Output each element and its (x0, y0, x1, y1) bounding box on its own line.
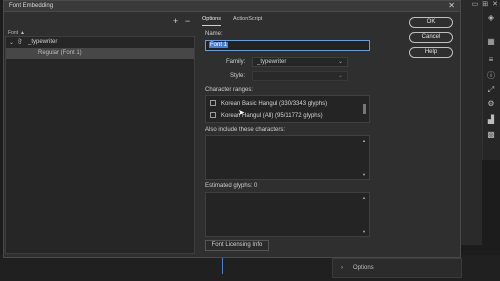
cancel-button[interactable]: Cancel (409, 32, 453, 43)
window-icon[interactable]: ▭ (472, 0, 479, 10)
tree-item-typewriter[interactable]: ⌄ 𝔉 _typewriter (6, 37, 194, 48)
ranges-scrollbar[interactable] (362, 98, 367, 120)
ok-button[interactable]: OK (409, 17, 453, 28)
background-toolbar: ◈ ▦ ≡ ⓘ ⤢ ⚙ ▟ ▩ (482, 0, 500, 160)
chevron-down-icon: ⌄ (337, 59, 343, 65)
range-checkbox[interactable] (210, 112, 216, 118)
font-icon: 𝔉 (18, 39, 22, 45)
dialog-title: Font Embedding (9, 3, 54, 9)
tab-actionscript[interactable]: ActionScript (233, 16, 262, 26)
timeline-playhead[interactable] (222, 258, 234, 274)
name-label: Name: (205, 31, 223, 37)
scroll-up-icon[interactable]: ▲ (362, 195, 366, 200)
layout-icon[interactable]: ⊞ (482, 0, 488, 10)
include-characters-textarea[interactable]: ▲ ▼ (205, 135, 370, 180)
style-select[interactable]: ⌄ (252, 71, 348, 81)
chevron-down-icon[interactable]: ⌄ (9, 39, 14, 46)
scroll-up-icon[interactable]: ▲ (362, 138, 366, 143)
align-icon[interactable]: ≡ (486, 56, 496, 64)
include-characters-label: Also include these characters: (205, 127, 286, 133)
tab-options[interactable]: Options (202, 16, 221, 26)
tree-item-regular[interactable]: Regular (Font 1) (6, 48, 194, 59)
tree-item-label: Regular (Font 1) (38, 50, 82, 56)
grid-icon[interactable]: ▩ (486, 131, 496, 139)
close-icon[interactable]: ✕ (448, 1, 455, 10)
chevron-down-icon: ⌄ (337, 73, 343, 79)
background-topbar: ▭ ⊞ ✕ (472, 0, 498, 10)
swatches-icon[interactable]: ▦ (486, 38, 496, 46)
name-input-value: Font 1 (209, 42, 229, 48)
font-list-panel: Font ▲ + − ⌄ 𝔉 _typewriter Regular (Font … (5, 14, 195, 254)
dialog-titlebar[interactable]: Font Embedding ✕ (4, 1, 460, 12)
background-options-panel[interactable]: › Options (332, 258, 462, 278)
range-item[interactable]: Korean Basic Hangul (330/3343 glyphs) (210, 100, 327, 107)
range-label: Korean Basic Hangul (330/3343 glyphs) (221, 101, 328, 107)
scroll-thumb[interactable] (363, 104, 366, 114)
character-ranges-label: Character ranges: (205, 87, 254, 93)
info-icon[interactable]: ⓘ (486, 72, 496, 80)
background-options-label: Options (353, 265, 374, 271)
estimated-glyphs-label: Estimated glyphs: 0 (205, 183, 258, 189)
graph-icon[interactable]: ▟ (486, 116, 496, 124)
remove-font-button[interactable]: − (185, 16, 190, 26)
help-button[interactable]: Help (409, 47, 453, 58)
scroll-down-icon[interactable]: ▼ (362, 229, 366, 234)
paint-bucket-icon[interactable]: ◈ (486, 14, 496, 22)
close-panel-icon[interactable]: ✕ (492, 0, 498, 10)
font-tree: ⌄ 𝔉 _typewriter Regular (Font 1) (5, 36, 195, 254)
dialog-tabs: Options ActionScript (202, 16, 262, 26)
add-font-button[interactable]: + (173, 16, 178, 26)
chevron-right-icon: › (341, 265, 343, 271)
glyph-preview-box: ▲ ▼ (205, 192, 370, 237)
range-label: Korean Hangul (All) (95/11772 glyphs) (221, 113, 323, 119)
include-scrollbar[interactable]: ▲ ▼ (362, 138, 367, 177)
font-licensing-info-button[interactable]: Font Licensing Info (205, 240, 269, 251)
background-panel-strip (460, 0, 482, 245)
mouse-cursor-icon: ➤ (238, 108, 245, 117)
family-select[interactable]: _typewriter ⌄ (252, 57, 348, 67)
character-ranges-list: Korean Basic Hangul (330/3343 glyphs) Ko… (205, 95, 370, 123)
range-checkbox[interactable] (210, 100, 216, 106)
range-item[interactable]: Korean Hangul (All) (95/11772 glyphs) (210, 112, 323, 119)
name-input[interactable]: Font 1 (205, 40, 370, 51)
glyph-scrollbar[interactable]: ▲ ▼ (362, 195, 367, 234)
component-icon[interactable]: ⚙ (486, 100, 496, 108)
style-label: Style: (230, 73, 246, 79)
family-select-value: _typewriter (257, 59, 287, 65)
transform-icon[interactable]: ⤢ (486, 86, 496, 94)
family-label: Family: (226, 59, 246, 65)
scroll-down-icon[interactable]: ▼ (362, 172, 366, 177)
tree-item-label: _typewriter (28, 39, 58, 45)
